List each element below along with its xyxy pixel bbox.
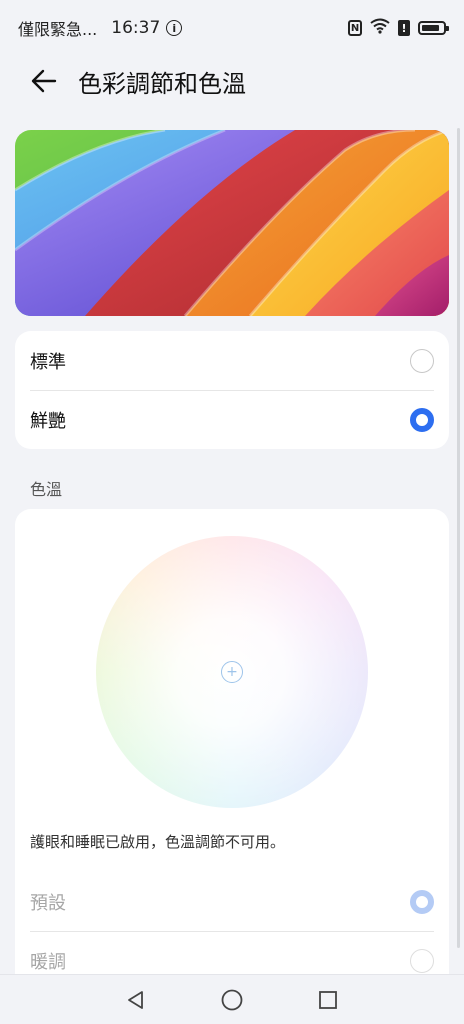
option-label: 暖調 [30,951,66,973]
status-bar: 僅限緊急... 16:37 i N ! [0,0,464,56]
status-left: 僅限緊急... 16:37 i [18,16,183,40]
temperature-options: 預設 暖調 [15,872,449,990]
option-label: 預設 [30,892,66,914]
disabled-note: 護眼和睡眠已啟用，色溫調節不可用。 [30,833,286,851]
option-label: 鮮艷 [30,410,66,432]
home-circle-icon [221,989,243,1010]
battery-icon [418,21,449,35]
alert-icon: ! [398,20,410,36]
nav-back-button[interactable] [121,985,151,1015]
scrollbar[interactable] [457,128,460,948]
radio-button-selected[interactable] [410,407,434,432]
nav-recents-button[interactable] [313,985,343,1015]
recents-square-icon [319,990,337,1009]
crosshair-icon: + [221,661,243,683]
display-mode-card: 標準 鮮艷 [15,331,449,449]
back-button[interactable] [28,65,60,97]
navigation-bar [0,974,464,1024]
nfc-icon: N [348,20,362,36]
status-right: N ! [348,18,449,39]
carrier-text: 僅限緊急... [18,20,98,39]
page-title: 色彩調節和色溫 [78,69,246,98]
arrow-left-icon [31,69,57,93]
back-triangle-icon [128,990,143,1009]
color-wheel: + [96,536,368,808]
option-standard[interactable]: 標準 [15,331,449,390]
color-temperature-card: + 護眼和睡眠已啟用，色溫調節不可用。 預設 暖調 [15,509,449,1009]
radio-button-selected-disabled [410,889,434,914]
app-bar: 色彩調節和色溫 [0,56,464,106]
radio-button-disabled [410,948,434,973]
nav-home-button[interactable] [217,985,247,1015]
battery-level [422,25,439,31]
wifi-icon [370,18,390,39]
option-label: 標準 [30,351,66,373]
rainbow-waves-image [15,130,449,316]
section-header-color-temperature: 色溫 [30,480,63,499]
clock: 16:37 [111,18,161,38]
option-vivid[interactable]: 鮮艷 [15,390,449,449]
radio-button[interactable] [410,348,434,373]
info-icon: i [166,20,183,36]
color-preview-banner [15,130,449,316]
option-default: 預設 [15,872,449,931]
